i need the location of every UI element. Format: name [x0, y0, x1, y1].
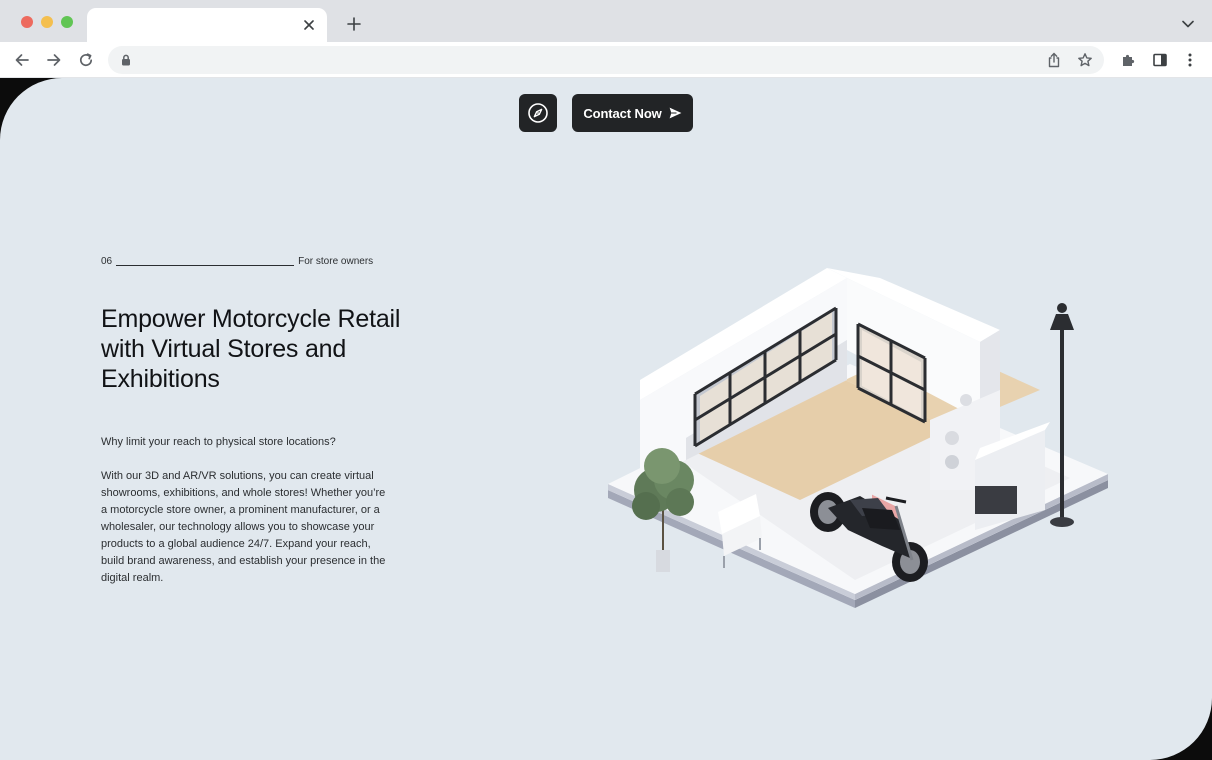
kebab-menu-icon[interactable]: [1178, 48, 1202, 72]
contact-now-label: Contact Now: [583, 105, 662, 121]
compass-icon: [527, 102, 549, 124]
section-number: 06: [101, 255, 113, 267]
close-icon[interactable]: [299, 15, 319, 35]
hero-intro: Why limit your reach to physical store l…: [101, 436, 336, 448]
window-close-dot[interactable]: [21, 16, 33, 28]
virtual-store-illustration: [608, 268, 1108, 608]
reload-icon[interactable]: [74, 48, 98, 72]
forward-arrow-icon[interactable]: [42, 48, 66, 72]
side-panel-icon[interactable]: [1148, 48, 1172, 72]
chevron-down-icon[interactable]: [1178, 14, 1198, 34]
hero-body: With our 3D and AR/VR solutions, you can…: [101, 470, 386, 584]
address-bar[interactable]: [108, 46, 1104, 74]
browser-titlebar: [0, 0, 1212, 42]
section-divider: [116, 264, 295, 266]
explore-button[interactable]: [519, 94, 557, 132]
puzzle-icon[interactable]: [1116, 48, 1140, 72]
star-icon[interactable]: [1075, 50, 1095, 70]
window-zoom-dot[interactable]: [61, 16, 73, 28]
browser-toolbar: [0, 42, 1212, 78]
send-arrow-icon: [669, 107, 682, 119]
lock-icon[interactable]: [116, 50, 136, 70]
section-indicator: 06 For store owners: [101, 254, 373, 268]
contact-now-button[interactable]: Contact Now: [572, 94, 693, 132]
section-label: For store owners: [298, 255, 374, 267]
share-icon[interactable]: [1044, 50, 1064, 70]
browser-tab[interactable]: [87, 8, 327, 42]
back-arrow-icon[interactable]: [10, 48, 34, 72]
window-minimize-dot[interactable]: [41, 16, 53, 28]
page-canvas: Contact Now 06 For store owners Empower …: [0, 78, 1212, 760]
hero-title: Empower Motorcycle Retail with Virtual S…: [101, 305, 401, 393]
plus-icon[interactable]: [344, 14, 364, 34]
page-viewport: Contact Now 06 For store owners Empower …: [0, 78, 1212, 760]
